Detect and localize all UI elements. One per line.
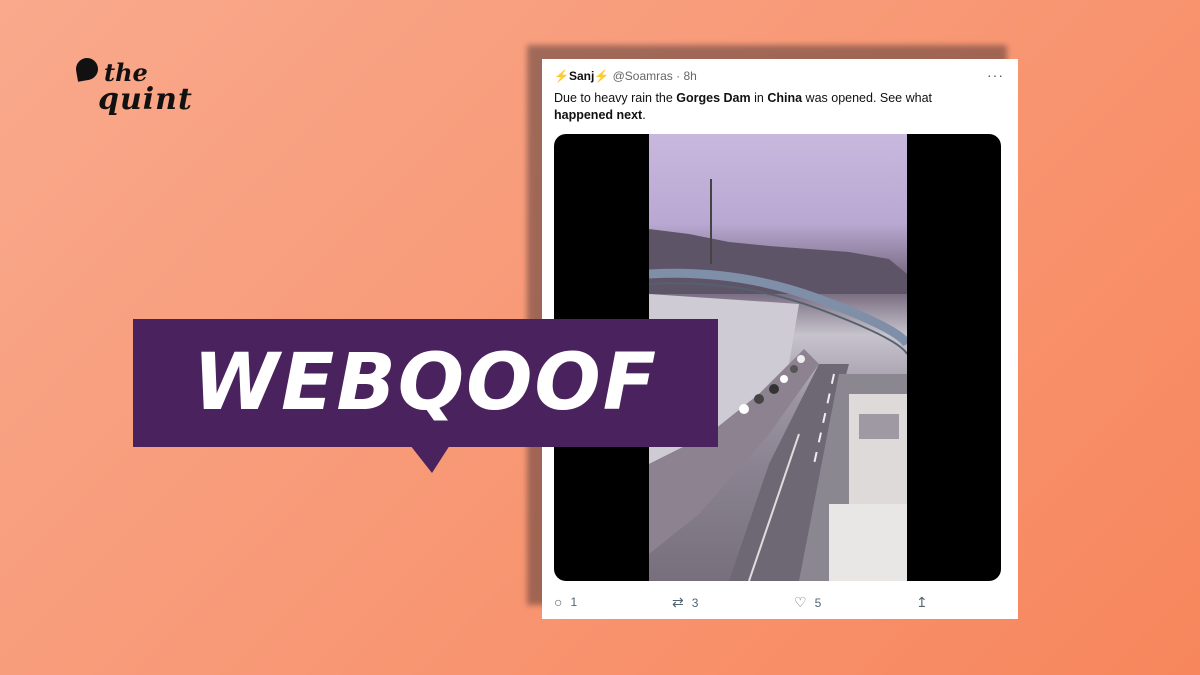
tweet-text-part: was opened. See what	[802, 91, 933, 105]
tweet-text-bold: China	[767, 91, 803, 105]
share-icon: ↥	[916, 594, 928, 610]
heart-icon: ♡	[794, 594, 807, 610]
quint-logo-mark-icon	[74, 56, 100, 82]
share-button[interactable]: ↥	[916, 594, 928, 611]
tweet-author-name[interactable]: ⚡Sanj⚡	[554, 69, 609, 83]
retweet-icon: ⇄	[672, 594, 684, 610]
webqoof-title: WEBQOOF	[193, 338, 658, 428]
tweet-text-bold: Gorges Dam	[676, 91, 751, 105]
tweet-header: ⚡Sanj⚡ @Soamras · 8h	[554, 69, 697, 83]
tweet-text-bold: happened next	[554, 108, 643, 122]
reply-button[interactable]: ○ 1	[554, 594, 577, 610]
tweet-text: Due to heavy rain the Gorges Dam in Chin…	[554, 90, 994, 124]
tweet-text-part: Due to heavy rain the	[554, 91, 677, 105]
banner-speech-tail	[410, 445, 450, 473]
the-quint-logo[interactable]: the quint	[74, 56, 192, 124]
tweet-text-part: in	[750, 91, 768, 105]
tweet-actions: ○ 1 ⇄ 3 ♡ 5 ↥	[554, 594, 1004, 614]
tweet-text-part: .	[642, 108, 646, 122]
logo-word-quint: quint	[98, 82, 193, 117]
retweet-count: 3	[691, 595, 699, 610]
like-button[interactable]: ♡ 5	[794, 594, 821, 611]
like-count: 5	[814, 595, 822, 610]
reply-icon: ○	[554, 594, 563, 610]
tweet-time[interactable]: 8h	[683, 69, 696, 83]
retweet-button[interactable]: ⇄ 3	[672, 594, 698, 611]
more-options-icon[interactable]: ···	[987, 67, 1004, 83]
reply-count: 1	[570, 595, 578, 609]
tweet-handle[interactable]: @Soamras	[613, 69, 673, 83]
webqoof-banner: WEBQOOF	[133, 319, 718, 447]
tweet-separator: ·	[676, 69, 681, 83]
